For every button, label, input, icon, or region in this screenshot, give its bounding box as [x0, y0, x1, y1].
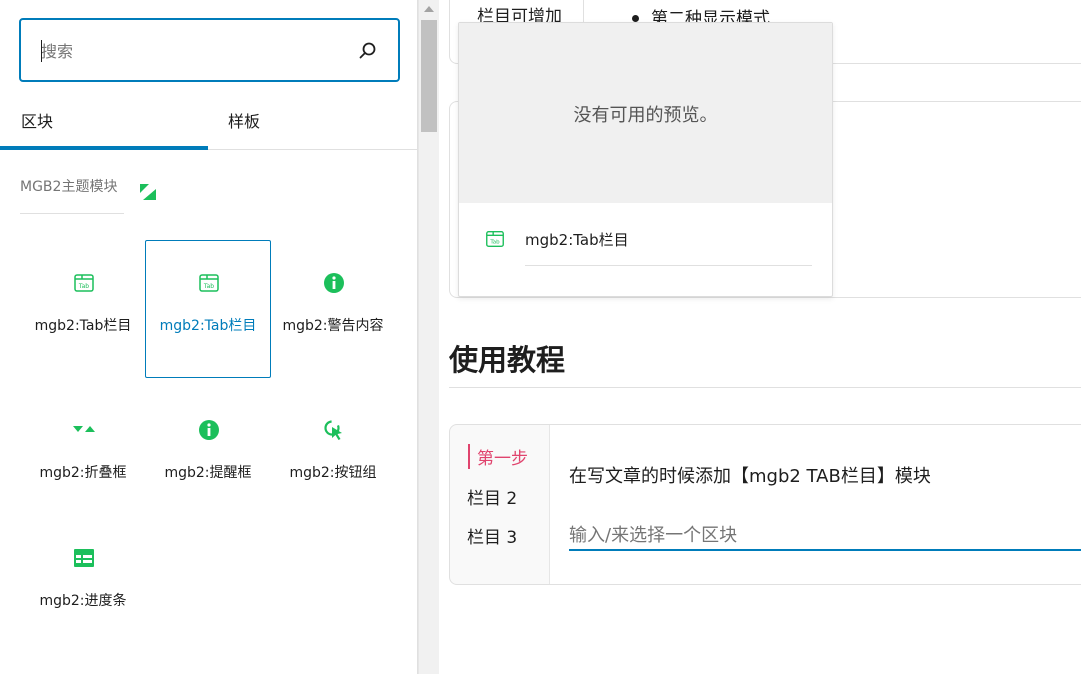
svg-text:Tab: Tab: [489, 240, 500, 246]
category-title: MGB2主题模块: [20, 179, 118, 195]
inserter-scrollbar[interactable]: [418, 0, 439, 674]
scroll-up-arrow-icon[interactable]: [424, 6, 434, 12]
scroll-thumb[interactable]: [421, 20, 437, 132]
svg-text:Tab: Tab: [203, 283, 214, 290]
preview-divider: [525, 265, 812, 266]
block-item-warning[interactable]: mgb2:警告内容: [270, 240, 396, 378]
bullet-dot: [632, 15, 639, 22]
info-icon: [199, 420, 219, 440]
block-item-progress[interactable]: mgb2:进度条: [20, 515, 146, 653]
info-icon: [324, 273, 344, 293]
tab-patterns[interactable]: 样板: [228, 100, 378, 150]
text-caret: [41, 40, 42, 62]
section-heading[interactable]: 使用教程: [449, 337, 565, 379]
tab-content-text[interactable]: 在写文章的时候添加【mgb2 TAB栏目】模块: [569, 462, 931, 488]
block-item-label: mgb2:警告内容: [282, 318, 384, 334]
block-preview-popover: 没有可用的预览。 Tab mgb2:Tab栏目: [458, 22, 833, 297]
block-item-tab-2[interactable]: Tab mgb2:Tab栏目: [145, 240, 271, 378]
block-item-label: mgb2:进度条: [39, 593, 127, 609]
search-box[interactable]: [19, 18, 400, 82]
block-item-label: mgb2:按钮组: [289, 465, 377, 481]
tab-icon: Tab: [486, 230, 504, 248]
tab-step-2[interactable]: 栏目 2: [467, 484, 517, 509]
svg-text:Tab: Tab: [78, 283, 89, 290]
tab-step-3[interactable]: 栏目 3: [467, 523, 517, 548]
heading-divider: [449, 387, 1081, 388]
block-item-button-group[interactable]: mgb2:按钮组: [270, 387, 396, 525]
block-item-label: mgb2:提醒框: [164, 465, 252, 481]
collapse-icon: [73, 426, 95, 432]
tab-icon: Tab: [199, 274, 219, 292]
search-input[interactable]: [41, 38, 341, 64]
preview-block-title: mgb2:Tab栏目: [525, 231, 629, 249]
block-inserter-panel: 区块 样板 MGB2主题模块 Tab mgb2:Tab栏目 Tab mgb2:T…: [0, 0, 418, 674]
progress-icon: [74, 549, 94, 567]
block-item-label: mgb2:折叠框: [39, 465, 127, 481]
block-appender-input[interactable]: 输入/来选择一个区块: [569, 523, 1081, 551]
no-preview-message: 没有可用的预览。: [573, 105, 718, 126]
search-icon[interactable]: [358, 41, 378, 61]
tab-divider: [549, 425, 550, 584]
preview-area: 没有可用的预览。: [459, 23, 832, 203]
tab-blocks[interactable]: 区块: [0, 100, 208, 150]
tab-content-panel: [550, 425, 1081, 584]
block-item-collapse[interactable]: mgb2:折叠框: [20, 387, 146, 525]
block-item-label: mgb2:Tab栏目: [34, 318, 132, 334]
inserter-tabs: 区块 样板: [0, 100, 417, 150]
block-item-reminder[interactable]: mgb2:提醒框: [145, 387, 271, 525]
mgb2-logo-icon: [140, 184, 156, 200]
category-divider: [20, 213, 124, 214]
block-item-label: mgb2:Tab栏目: [159, 318, 257, 334]
tab-icon: Tab: [74, 274, 94, 292]
block-item-tab-1[interactable]: Tab mgb2:Tab栏目: [20, 240, 146, 378]
cursor-icon: [324, 420, 342, 440]
tab-step-1[interactable]: 第一步: [468, 444, 528, 469]
